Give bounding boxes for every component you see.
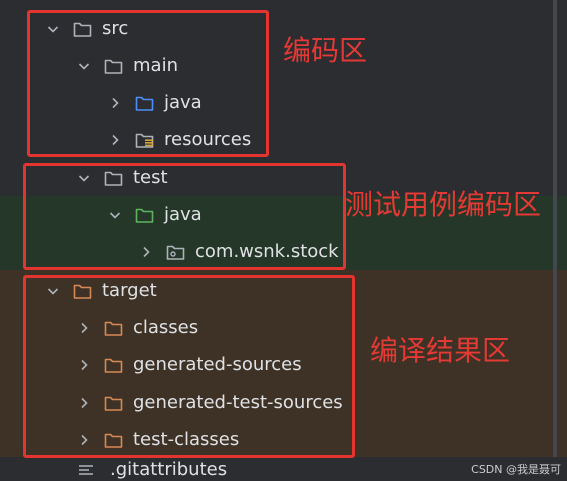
test-coding-area-label: 测试用例编码区 bbox=[345, 188, 542, 221]
build-output-area-box bbox=[23, 275, 355, 458]
coding-area-box bbox=[27, 10, 269, 157]
build-output-area-label: 编译结果区 bbox=[370, 334, 511, 367]
text-file-icon bbox=[78, 462, 94, 478]
scrollbar[interactable] bbox=[553, 0, 557, 457]
test-coding-area-box bbox=[23, 163, 346, 270]
watermark: CSDN @我是聂可 bbox=[471, 463, 561, 476]
tree-row-gitattributes[interactable]: .gitattributes bbox=[78, 458, 227, 481]
tree-row-label: .gitattributes bbox=[110, 458, 228, 480]
coding-area-label: 编码区 bbox=[283, 34, 368, 67]
